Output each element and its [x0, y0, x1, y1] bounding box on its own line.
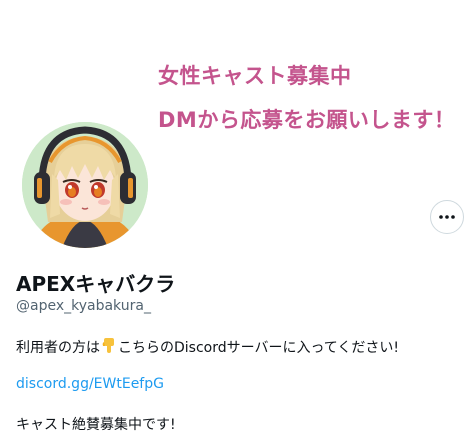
- pointing-down-hand-icon: [101, 337, 117, 358]
- more-options-icon: [439, 215, 455, 219]
- display-name: APEXキャバクラ: [16, 272, 176, 296]
- profile-page: 女性キャスト募集中 DMから応募をお願いします！ APEXキャバクラ @apex…: [0, 0, 473, 440]
- bio-line-3: キャスト絶賛募集中です!: [16, 417, 176, 433]
- avatar-illustration: [22, 122, 148, 248]
- discord-link[interactable]: discord.gg/EWtEefpG: [16, 376, 164, 392]
- avatar[interactable]: [18, 118, 152, 252]
- bio-line-1-suffix: こちらのDiscordサーバーに入ってください!: [118, 340, 399, 356]
- user-handle: @apex_kyabakura_: [16, 298, 151, 314]
- more-options-button[interactable]: [430, 200, 464, 234]
- banner-subline: DMから応募をお願いします！: [158, 108, 456, 132]
- banner-headline: 女性キャスト募集中: [158, 64, 352, 88]
- bio-line-1-prefix: 利用者の方は: [16, 340, 100, 356]
- bio-line-1: 利用者の方は こちらのDiscordサーバーに入ってください!: [16, 337, 399, 358]
